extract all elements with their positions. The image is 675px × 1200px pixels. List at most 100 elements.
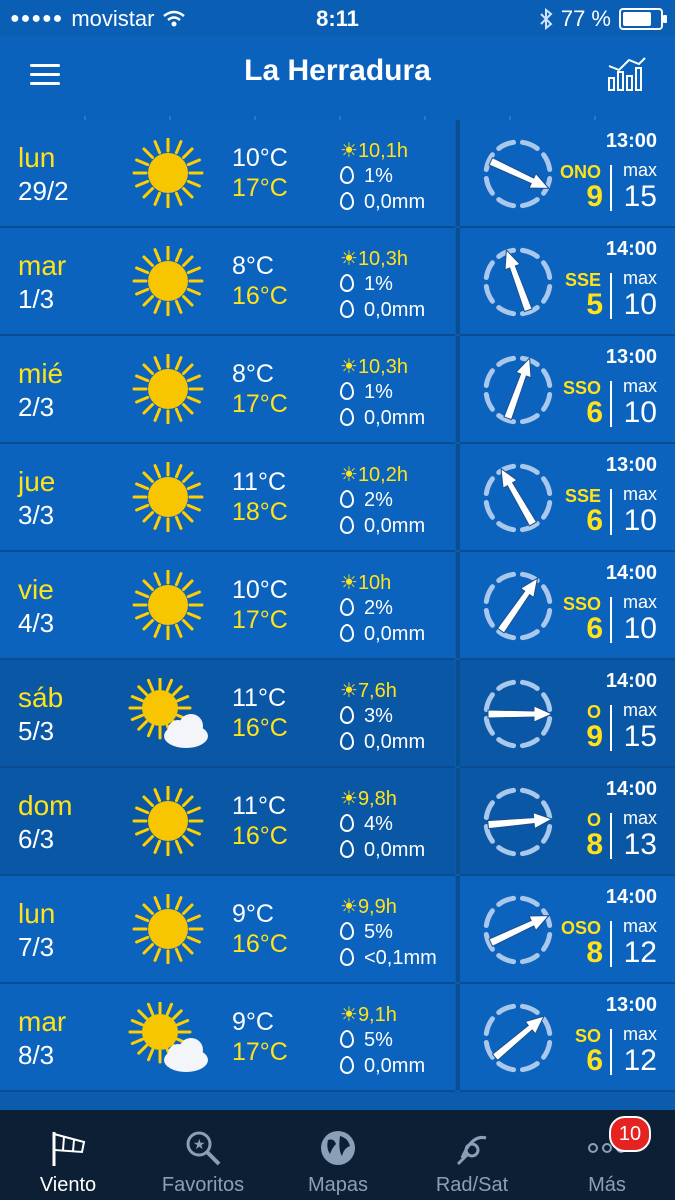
wind-gust: 15 <box>623 180 657 213</box>
drop-icon <box>340 598 354 616</box>
forecast-row[interactable]: lun 29/2 10°C 17°C ☀10,1h 1% 0,0mm 13:00… <box>0 120 675 228</box>
temp-max: 17°C <box>232 1038 288 1066</box>
day-summary[interactable]: mié 2/3 8°C 17°C ☀10,3h 1% 0,0mm <box>0 336 455 444</box>
temp-min: 11°C <box>232 468 287 496</box>
temp-min: 10°C <box>232 144 288 172</box>
day-summary[interactable]: mar 1/3 8°C 16°C ☀10,3h 1% 0,0mm <box>0 228 455 336</box>
wind-summary[interactable]: 13:00 SSE max 6 10 <box>460 444 675 552</box>
tab-mapas[interactable]: Mapas <box>278 1118 398 1200</box>
wind-time: 13:00 <box>605 994 657 1016</box>
rain-probability: 5% <box>340 1028 393 1052</box>
gust-label: max <box>622 376 657 396</box>
divider <box>610 705 612 751</box>
temp-max: 16°C <box>232 282 288 310</box>
wind-summary[interactable]: 13:00 ONO max 9 15 <box>460 120 675 228</box>
wind-time: 14:00 <box>605 670 657 692</box>
wind-summary[interactable]: 13:00 SO max 6 12 <box>460 984 675 1092</box>
temp-max: 16°C <box>232 930 288 958</box>
forecast-row[interactable]: mar 1/3 8°C 16°C ☀10,3h 1% 0,0mm 14:00 S… <box>0 228 675 336</box>
day-summary[interactable]: vie 4/3 10°C 17°C ☀10h 2% 0,0mm <box>0 552 455 660</box>
sun-small-icon: ☀ <box>340 140 358 162</box>
forecast-row[interactable]: lun 7/3 9°C 16°C ☀9,9h 5% <0,1mm 14:00 O… <box>0 876 675 984</box>
svg-text:★: ★ <box>193 1136 206 1152</box>
temp-max: 17°C <box>232 174 288 202</box>
wind-summary[interactable]: 13:00 SSO max 6 10 <box>460 336 675 444</box>
wind-speed: 6 <box>586 504 603 537</box>
drop-icon <box>340 840 354 858</box>
wind-gust: 10 <box>623 288 657 321</box>
day-name: lun <box>18 898 56 929</box>
wind-summary[interactable]: 14:00 OSO max 8 12 <box>460 876 675 984</box>
wind-summary[interactable]: 14:00 SSE max 5 10 <box>460 228 675 336</box>
day-date: 8/3 <box>18 1040 55 1070</box>
tab-m-s[interactable]: Más 10 <box>547 1116 667 1200</box>
wind-speed: 6 <box>586 396 603 429</box>
wind-gust: 13 <box>623 828 657 861</box>
tab-rad-sat[interactable]: Rad/Sat <box>412 1118 532 1200</box>
wind-speed: 6 <box>586 612 603 645</box>
drop-icon <box>340 300 354 318</box>
wind-direction-icon <box>482 246 554 318</box>
rain-probability: 3% <box>340 704 393 728</box>
wind-time: 13:00 <box>605 346 657 368</box>
wind-gust: 10 <box>623 396 657 429</box>
drop-icon <box>340 814 354 832</box>
temp-min: 11°C <box>232 792 287 820</box>
gust-label: max <box>622 1024 657 1044</box>
forecast-row[interactable]: sáb 5/3 11°C 16°C ☀7,6h 3% 0,0mm 14:00 O… <box>0 660 675 768</box>
sun-icon <box>128 137 208 209</box>
sun-icon <box>128 893 208 965</box>
globe-icon <box>318 1128 358 1168</box>
drop-icon <box>340 706 354 724</box>
sun-cloud-icon <box>128 1000 208 1072</box>
drop-icon <box>340 490 354 508</box>
gust-label: max <box>622 916 657 936</box>
drop-icon <box>340 192 354 210</box>
wind-direction-icon <box>482 462 554 534</box>
gust-label: max <box>622 484 657 504</box>
tab-favoritos[interactable]: ★ Favoritos <box>143 1118 263 1200</box>
day-summary[interactable]: lun 7/3 9°C 16°C ☀9,9h 5% <0,1mm <box>0 876 455 984</box>
day-name: mié <box>18 358 64 389</box>
tab-label: Favoritos <box>161 1174 245 1196</box>
chart-icon[interactable] <box>607 56 647 92</box>
wind-speed: 9 <box>586 180 603 213</box>
day-summary[interactable]: jue 3/3 11°C 18°C ☀10,2h 2% 0,0mm <box>0 444 455 552</box>
gust-label: max <box>622 808 657 828</box>
day-summary[interactable]: mar 8/3 9°C 17°C ☀9,1h 5% 0,0mm <box>0 984 455 1092</box>
forecast-row[interactable]: dom 6/3 11°C 16°C ☀9,8h 4% 0,0mm 14:00 O… <box>0 768 675 876</box>
tab-viento[interactable]: Viento <box>8 1118 128 1200</box>
wind-summary[interactable]: 14:00 O max 9 15 <box>460 660 675 768</box>
wind-summary[interactable]: 14:00 O max 8 13 <box>460 768 675 876</box>
precipitation: 0,0mm <box>340 190 425 214</box>
tab-label: Más <box>588 1174 626 1196</box>
wind-gust: 12 <box>623 1044 657 1077</box>
drop-icon <box>340 408 354 426</box>
day-date: 5/3 <box>18 716 55 746</box>
forecast-row[interactable]: mar 8/3 9°C 17°C ☀9,1h 5% 0,0mm 13:00 SO… <box>0 984 675 1092</box>
rain-probability: 5% <box>340 920 393 944</box>
drop-icon <box>340 948 354 966</box>
precipitation: 0,0mm <box>340 406 425 430</box>
day-date: 3/3 <box>18 500 55 530</box>
day-name: sáb <box>18 682 64 713</box>
temp-max: 18°C <box>232 498 288 526</box>
day-summary[interactable]: sáb 5/3 11°C 16°C ☀7,6h 3% 0,0mm <box>0 660 455 768</box>
wind-time: 13:00 <box>605 130 657 152</box>
wind-summary[interactable]: 14:00 SSO max 6 10 <box>460 552 675 660</box>
sun-small-icon: ☀ <box>340 356 358 378</box>
wind-speed: 8 <box>586 936 603 969</box>
wind-speed: 6 <box>586 1044 603 1077</box>
divider <box>610 597 612 643</box>
sun-small-icon: ☀ <box>340 248 358 270</box>
forecast-row[interactable]: jue 3/3 11°C 18°C ☀10,2h 2% 0,0mm 13:00 … <box>0 444 675 552</box>
temp-min: 9°C <box>232 900 274 928</box>
tab-label: Viento <box>39 1174 97 1196</box>
day-summary[interactable]: dom 6/3 11°C 16°C ☀9,8h 4% 0,0mm <box>0 768 455 876</box>
forecast-row[interactable]: vie 4/3 10°C 17°C ☀10h 2% 0,0mm 14:00 SS… <box>0 552 675 660</box>
forecast-list[interactable]: lun 29/2 10°C 17°C ☀10,1h 1% 0,0mm 13:00… <box>0 120 675 1110</box>
day-summary[interactable]: lun 29/2 10°C 17°C ☀10,1h 1% 0,0mm <box>0 120 455 228</box>
rain-probability: 1% <box>340 272 393 296</box>
forecast-row[interactable]: mié 2/3 8°C 17°C ☀10,3h 1% 0,0mm 13:00 S… <box>0 336 675 444</box>
temp-min: 8°C <box>232 360 274 388</box>
